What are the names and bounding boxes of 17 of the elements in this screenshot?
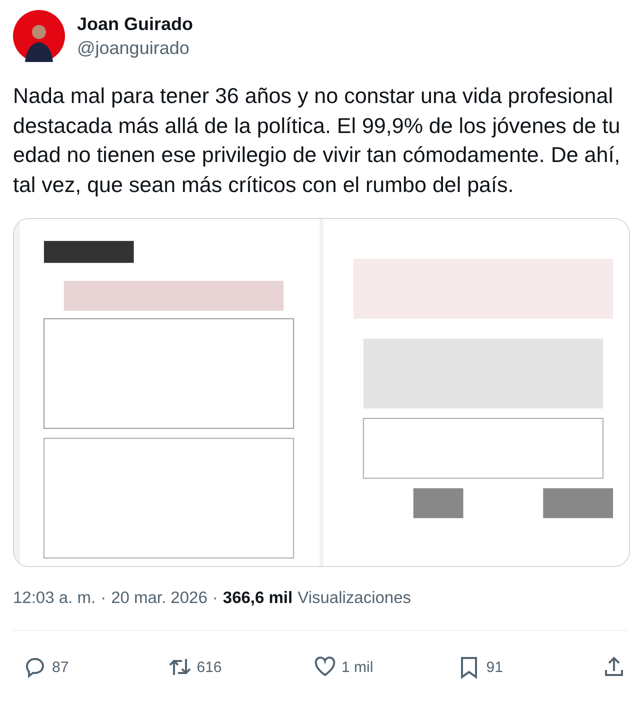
author-name[interactable]: Joan Guirado — [77, 14, 194, 34]
action-count: 616 — [196, 658, 222, 676]
views-label: Visualizaciones — [298, 589, 412, 608]
reply-icon[interactable] — [23, 655, 47, 679]
separator-dot: · — [212, 589, 218, 608]
action-count: 91 — [486, 658, 503, 676]
action-count: 1 mil — [342, 658, 374, 676]
separator-dot: · — [100, 589, 106, 608]
tweet-time[interactable]: 12:03 a. m. — [13, 589, 96, 608]
heart-icon[interactable] — [312, 655, 336, 679]
share-icon[interactable] — [602, 655, 626, 679]
avatar[interactable] — [13, 10, 65, 62]
author-handle[interactable]: @joanguirado — [77, 38, 194, 58]
action-count: 87 — [52, 658, 69, 676]
view-count: 366,6 mil — [222, 589, 293, 608]
tweet-text: Nada mal para tener 36 años y no constar una vida profesional destacada más allá de la política. El 99,9% de los jóvenes de tu edad no tienen ese privilegio de vivir tan cómodamente. De ahí, tal vez, que sean más críticos con el rumbo del país. — [13, 83, 622, 198]
tweet-date[interactable]: 20 mar. 2026 — [111, 589, 208, 608]
